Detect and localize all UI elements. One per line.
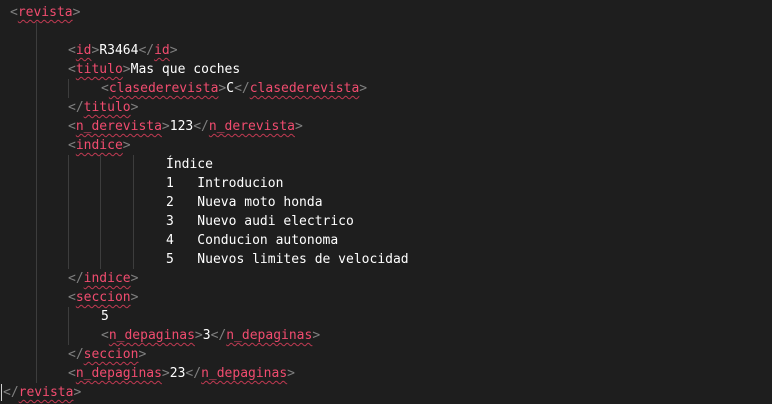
open-tag-name: revista [17,5,73,20]
close-bracket: > [287,366,295,381]
close-bracket: > [194,328,203,343]
open-bracket: < [101,328,109,343]
code-line[interactable]: 3 Nuevo audi electrico [166,212,354,231]
close-tag-name: clasederevista [249,81,360,96]
element-text: 3 Nuevo audi electrico [166,214,354,229]
indent-guide [68,79,69,98]
close-tag-name: seccion [83,347,139,362]
open-tag-name: clasederevista [108,81,219,96]
open-bracket: < [68,43,76,58]
open-bracket: < [68,290,76,305]
close-tag-name: n_depaginas [226,328,313,343]
close-tag-name: indice [83,271,131,286]
code-line[interactable]: <revista> [10,3,80,22]
open-tag-name: titulo [75,62,123,77]
code-line[interactable]: 4 Conducion autonoma [166,231,338,250]
close-bracket: > [161,119,170,134]
indent-guide [133,155,134,269]
close-bracket: > [130,290,139,305]
text-cursor [1,384,2,401]
indent-guide [68,307,69,345]
open-bracket: < [68,366,76,381]
close-bracket: > [138,347,147,362]
open-bracket: < [68,138,76,153]
code-line[interactable]: <n_depaginas>23</n_depaginas> [68,364,295,383]
code-line[interactable]: <n_depaginas>3</n_depaginas> [101,326,320,345]
close-bracket: > [130,271,139,286]
end-open-bracket: </ [68,271,84,286]
element-text: Mas que coches [130,62,241,77]
open-tag-name: seccion [75,290,131,305]
open-bracket: < [10,5,18,20]
open-tag-name: n_derevista [75,119,162,134]
element-text: 5 [101,309,109,324]
code-line[interactable]: <titulo>Mas que coches [68,60,240,79]
end-open-bracket: </ [3,385,19,400]
element-text: 2 Nueva moto honda [166,195,323,210]
end-open-bracket: </ [234,81,250,96]
code-line[interactable]: <clasederevista>C</clasederevista> [101,79,367,98]
close-tag-name: n_derevista [208,119,295,134]
code-line[interactable]: <id>R3464</id> [68,41,178,60]
element-text: 23 [169,366,186,381]
code-line[interactable]: <seccion> [68,288,138,307]
code-line[interactable]: Índice [166,155,213,174]
indent-guide [36,22,37,383]
end-open-bracket: </ [138,43,155,58]
code-line[interactable]: </indice> [68,269,138,288]
open-bracket: < [68,119,76,134]
close-bracket: > [359,81,368,96]
end-open-bracket: </ [193,119,209,134]
code-line[interactable]: 5 Nuevos limites de velocidad [166,250,409,269]
code-line[interactable]: 5 [101,307,109,326]
close-bracket: > [72,5,81,20]
element-text: 3 [202,328,211,343]
open-bracket: < [101,81,109,96]
close-bracket: > [294,119,303,134]
open-bracket: < [68,62,76,77]
open-tag-name: n_depaginas [75,366,162,381]
code-line[interactable]: 1 Introducion [166,174,283,193]
code-line[interactable]: </seccion> [68,345,146,364]
close-bracket: > [312,328,321,343]
code-line[interactable]: <indice> [68,136,131,155]
end-open-bracket: </ [185,366,202,381]
element-text: 4 Conducion autonoma [166,233,339,248]
close-bracket: > [161,366,170,381]
element-text: 5 Nuevos limites de velocidad [166,252,409,267]
end-open-bracket: </ [68,347,84,362]
open-tag-name: indice [75,138,123,153]
element-text: 1 Introducion [166,176,284,191]
indent-guide [68,155,69,269]
close-tag-name: titulo [83,100,131,115]
element-text: 123 [169,119,194,134]
code-line[interactable]: <n_derevista>123</n_derevista> [68,117,303,136]
open-tag-name: id [75,43,92,58]
code-line[interactable]: 2 Nueva moto honda [166,193,323,212]
element-text: C [226,81,235,96]
close-bracket: > [122,62,131,77]
end-open-bracket: </ [68,100,84,115]
element-text: R3464 [99,43,139,58]
end-open-bracket: </ [210,328,227,343]
element-text: Índice [166,157,213,172]
close-bracket: > [130,100,139,115]
close-bracket: > [122,138,131,153]
code-editor[interactable]: <revista> <id>R3464</id> <titulo>Mas que c… [0,0,772,404]
indent-guide [100,155,101,269]
close-bracket: > [73,385,82,400]
code-line[interactable]: </revista> [3,383,81,402]
close-tag-name: id [154,43,170,58]
close-bracket: > [169,43,178,58]
code-line[interactable]: </titulo> [68,98,138,117]
close-tag-name: revista [18,385,74,400]
open-tag-name: n_depaginas [108,328,195,343]
close-tag-name: n_depaginas [201,366,288,381]
